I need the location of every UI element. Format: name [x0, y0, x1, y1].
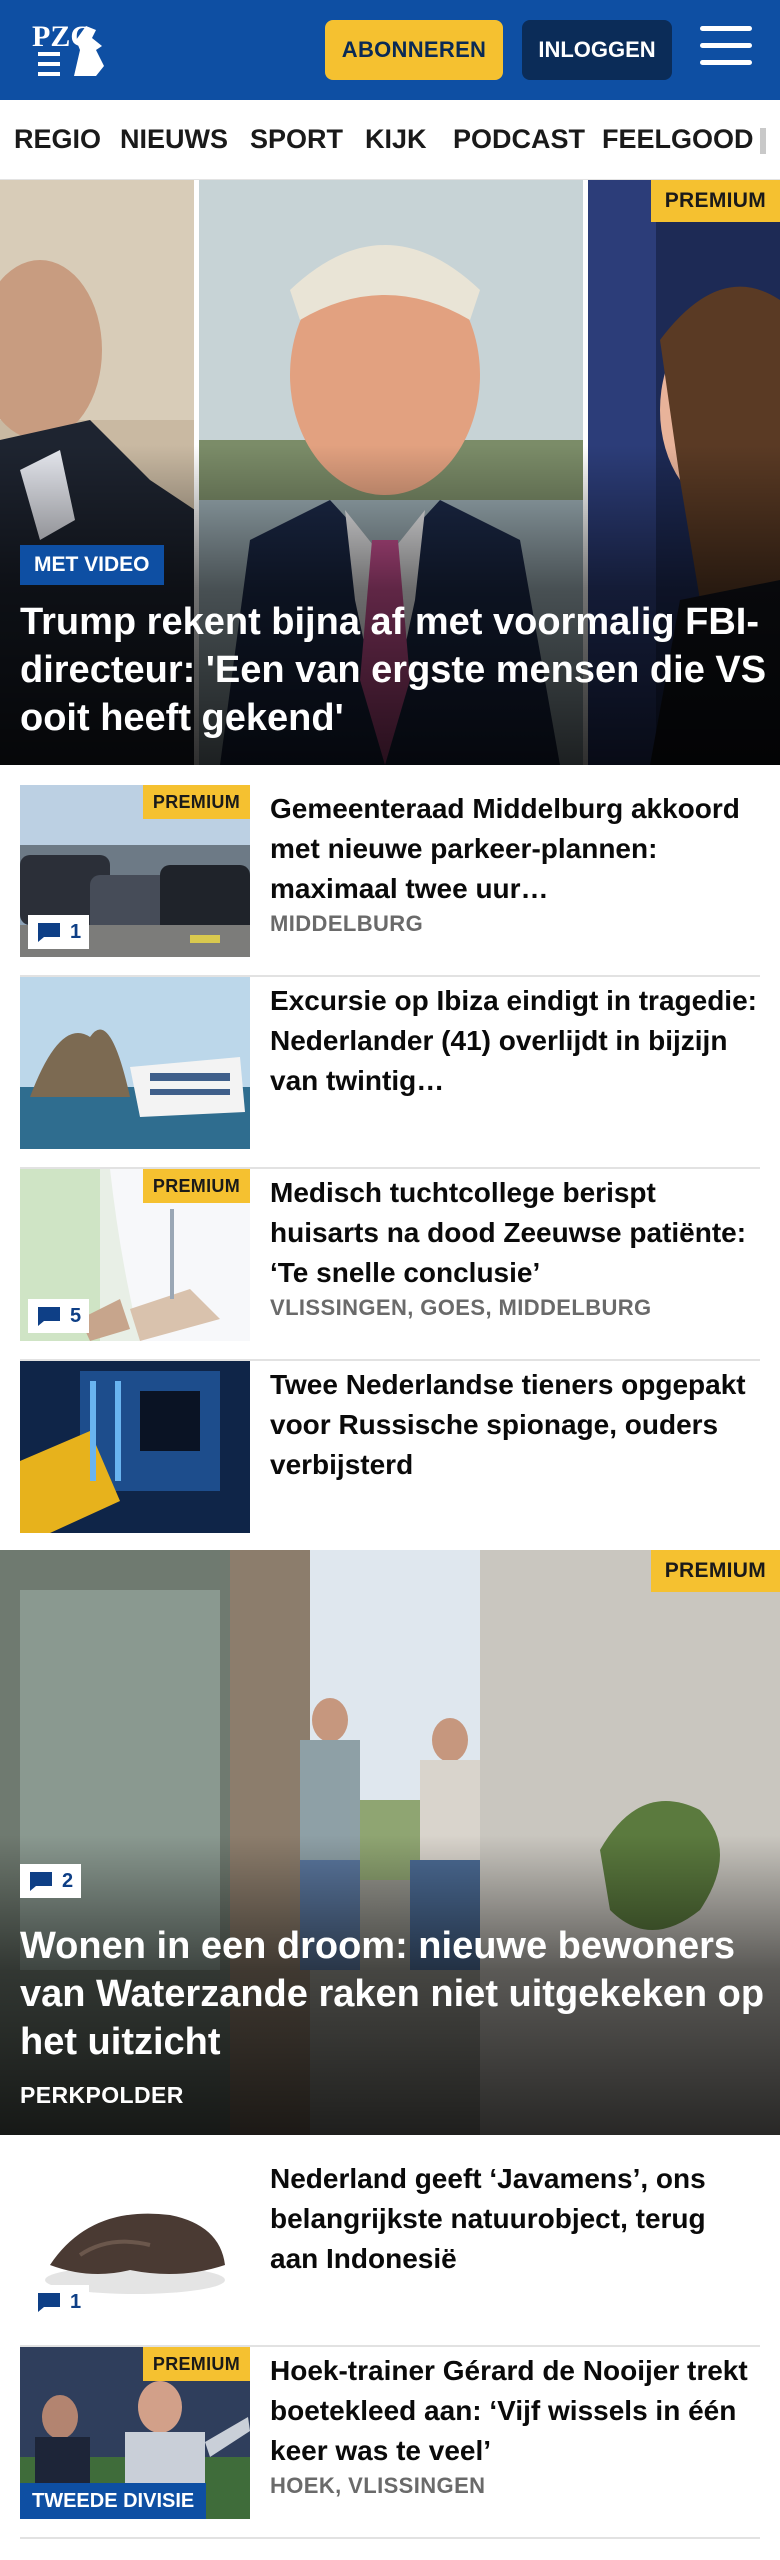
premium-badge: PREMIUM: [650, 1550, 780, 1592]
article-row[interactable]: PREMIUM TWEEDE DIVISIE Hoek-trainer Géra…: [20, 2347, 760, 2539]
article-thumbnail: PREMIUM 5: [20, 1169, 250, 1341]
premium-badge: PREMIUM: [142, 1169, 250, 1203]
comment-icon: [38, 923, 60, 942]
comment-count[interactable]: 2: [20, 1864, 82, 1898]
comment-count-value: 2: [62, 1869, 74, 1892]
premium-badge: PREMIUM: [142, 785, 250, 819]
premium-badge: PREMIUM: [142, 2347, 250, 2381]
article-thumbnail: PREMIUM 1: [20, 785, 250, 957]
comment-count-value: 5: [70, 1304, 82, 1327]
article-location: MIDDELBURG: [270, 911, 424, 936]
article-headline[interactable]: Medisch tuchtcollege berispt huisarts na…: [270, 1173, 760, 1293]
comment-count[interactable]: 1: [28, 2285, 90, 2319]
login-button[interactable]: INLOGGEN: [522, 20, 672, 80]
article-thumbnail: [20, 977, 250, 1149]
comment-icon: [38, 1307, 60, 1326]
section-nav: REGIO NIEUWS SPORT KIJK PODCAST FEELGOOD: [0, 100, 780, 180]
hero-headline[interactable]: Trump rekent bijna af met voormalig FBI-…: [20, 598, 770, 742]
nav-item-podcast[interactable]: PODCAST: [453, 124, 585, 155]
article-thumbnail: [20, 1361, 250, 1533]
nav-item-feelgood[interactable]: FEELGOOD: [602, 124, 754, 155]
pzc-logo[interactable]: PZC: [30, 16, 110, 86]
nav-item-nieuws[interactable]: NIEUWS: [120, 124, 228, 155]
nav-overflow-indicator: [760, 128, 766, 154]
feature-article[interactable]: PREMIUM 2 Wonen in een droom: nieuwe bew…: [0, 1550, 780, 2135]
division-badge: TWEEDE DIVISIE: [20, 2483, 207, 2519]
subscribe-button[interactable]: ABONNEREN: [325, 20, 503, 80]
feature-location: PERKPOLDER: [20, 2082, 184, 2108]
nav-item-kijk[interactable]: KIJK: [365, 124, 427, 155]
comment-count[interactable]: 5: [28, 1299, 90, 1333]
article-headline[interactable]: Excursie op Ibiza eindigt in tragedie: N…: [270, 981, 760, 1101]
hamburger-menu-icon[interactable]: [700, 26, 752, 72]
article-headline[interactable]: Nederland geeft ‘Javamens’, ons belangri…: [270, 2159, 760, 2279]
article-row[interactable]: PREMIUM 1 Gemeenteraad Middelburg akkoor…: [20, 785, 760, 977]
article-row[interactable]: Excursie op Ibiza eindigt in tragedie: N…: [20, 977, 760, 1169]
article-headline[interactable]: Hoek-trainer Gérard de Nooijer trekt boe…: [270, 2351, 760, 2471]
article-headline[interactable]: Gemeenteraad Middelburg akkoord met nieu…: [270, 789, 760, 909]
comment-count[interactable]: 1: [28, 915, 90, 949]
article-headline[interactable]: Twee Nederlandse tieners opgepakt voor R…: [270, 1365, 760, 1485]
site-header: PZC ABONNEREN INLOGGEN: [0, 0, 780, 100]
article-location: HOEK, VLISSINGEN: [270, 2473, 486, 2498]
comment-count-value: 1: [70, 2290, 82, 2313]
hero-article[interactable]: PREMIUM MET VIDEO Trump rekent bijna af …: [0, 180, 780, 765]
comment-count-value: 1: [70, 920, 82, 943]
feature-headline[interactable]: Wonen in een droom: nieuwe bewoners van …: [20, 1922, 770, 2066]
comment-icon: [38, 2293, 60, 2312]
article-row[interactable]: 1 Nederland geeft ‘Javamens’, ons belang…: [20, 2155, 760, 2347]
article-thumbnail: 1: [20, 2155, 250, 2327]
article-thumbnail: PREMIUM TWEEDE DIVISIE: [20, 2347, 250, 2519]
premium-badge: PREMIUM: [650, 180, 780, 222]
article-row[interactable]: PREMIUM 5 Medisch tuchtcollege berispt h…: [20, 1169, 760, 1361]
article-location: VLISSINGEN, GOES, MIDDELBURG: [270, 1295, 652, 1320]
nav-item-regio[interactable]: REGIO: [14, 124, 101, 155]
article-row[interactable]: Twee Nederlandse tieners opgepakt voor R…: [20, 1361, 760, 1553]
comment-icon: [30, 1872, 52, 1891]
nav-item-sport[interactable]: SPORT: [250, 124, 343, 155]
video-badge: MET VIDEO: [20, 545, 164, 585]
